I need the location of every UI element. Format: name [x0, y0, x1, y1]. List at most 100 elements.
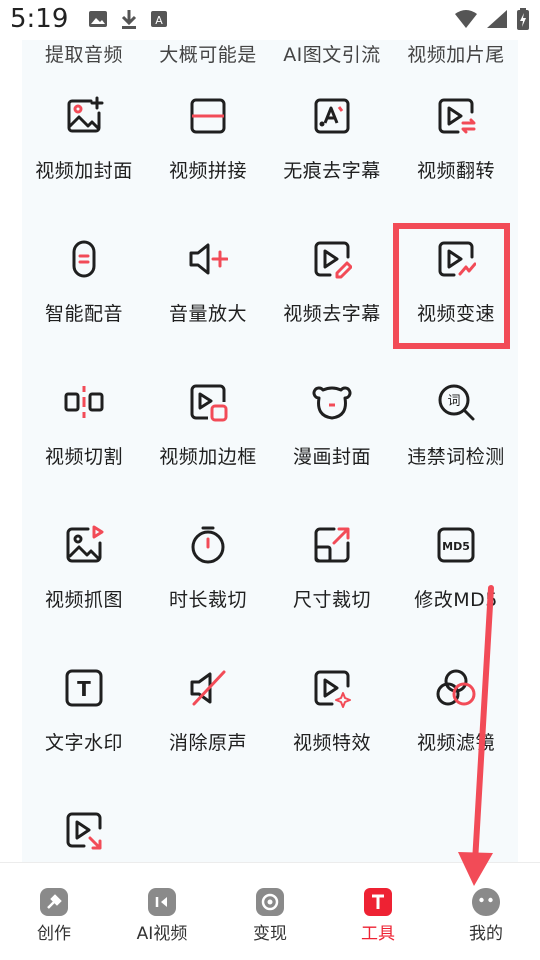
tool-label: 大概可能是: [159, 44, 257, 66]
status-bar: 5:19 A: [0, 0, 540, 40]
tools-icon: [364, 888, 392, 916]
tool-label: 视频特效: [292, 732, 371, 754]
tool-size-crop[interactable]: 尺寸裁切: [270, 525, 394, 645]
tool-partial-2[interactable]: 大概可能是: [146, 40, 270, 66]
video-cut-icon: [64, 386, 104, 418]
tool-banned-word-check[interactable]: 词 违禁词检测: [394, 382, 518, 502]
tool-video-export[interactable]: [22, 810, 146, 862]
tool-smart-dubbing[interactable]: 智能配音: [22, 239, 146, 359]
status-notifications: A: [88, 9, 168, 29]
word-search-icon: 词: [438, 384, 475, 421]
tool-volume-boost[interactable]: 音量放大: [146, 239, 270, 359]
tool-remove-audio[interactable]: 消除原声: [146, 668, 270, 788]
tool-video-speed[interactable]: 视频变速: [394, 239, 518, 359]
profile-icon: [472, 888, 500, 916]
image-add-icon: [67, 96, 104, 133]
tool-label: 智能配音: [44, 303, 123, 325]
tool-label: 时长裁切: [168, 589, 247, 611]
video-border-icon: [190, 384, 228, 422]
nav-label: 创作: [37, 924, 71, 944]
tool-label: AI图文引流: [283, 44, 381, 66]
tool-video-split[interactable]: 视频切割: [22, 382, 146, 502]
tool-video-filter[interactable]: 视频滤镜: [394, 668, 518, 788]
voice-icon: [72, 240, 96, 278]
split-frame-icon: [190, 98, 226, 134]
bottom-nav: 创作 AI视频 变现 工具 我的: [0, 862, 540, 960]
nav-label: AI视频: [136, 924, 188, 944]
tool-label: 消除原声: [168, 732, 247, 754]
download-icon: [121, 10, 137, 29]
video-edit-icon: [314, 241, 352, 279]
nav-monetize[interactable]: 变现: [216, 863, 324, 960]
monetize-icon: [256, 888, 284, 916]
timer-icon: [191, 526, 225, 564]
tool-label: 视频加片尾: [407, 44, 505, 66]
tools-panel: 提取音频 大概可能是 AI图文引流 视频加片尾 视频加封面 视频拼接 无痕去字幕…: [22, 20, 518, 862]
filter-circles-icon: [436, 669, 476, 706]
text-badge: T: [77, 677, 91, 701]
md5-badge: MD5: [442, 540, 470, 553]
nav-label: 我的: [469, 924, 503, 944]
signal-icon: [487, 10, 507, 28]
text-erase-icon: [314, 98, 350, 134]
tool-label: 提取音频: [44, 44, 123, 66]
nav-label: 工具: [361, 924, 395, 944]
tool-label: 文字水印: [44, 732, 123, 754]
nav-create[interactable]: 创作: [0, 863, 108, 960]
nav-label: 变现: [253, 924, 287, 944]
video-export-icon: [66, 812, 102, 850]
video-flip-icon: [438, 98, 476, 134]
tool-video-outro[interactable]: 视频加片尾: [394, 40, 518, 66]
tool-video-cover[interactable]: 视频加封面: [22, 96, 146, 216]
video-sparkle-icon: [314, 670, 351, 708]
resize-icon: [314, 527, 350, 563]
text-watermark-icon: T: [65, 669, 103, 707]
tool-label: 漫画封面: [292, 446, 371, 468]
nav-profile[interactable]: 我的: [432, 863, 540, 960]
ai-video-icon: [148, 888, 176, 916]
tool-modify-md5[interactable]: MD5 修改MD5: [394, 525, 518, 645]
battery-icon: [517, 8, 529, 30]
video-speed-icon: [438, 241, 476, 277]
create-icon: [40, 888, 68, 916]
tool-label: 尺寸裁切: [292, 589, 371, 611]
gallery-icon: [89, 11, 107, 27]
tool-ai-text-image[interactable]: AI图文引流: [270, 40, 394, 66]
tool-label: 视频翻转: [416, 160, 495, 182]
video-capture-icon: [66, 525, 104, 563]
tool-extract-audio[interactable]: 提取音频: [22, 40, 146, 66]
tool-label: 视频切割: [44, 446, 123, 468]
app-notification-icon: A: [151, 11, 167, 27]
word-badge: 词: [447, 394, 460, 409]
md5-icon: MD5: [437, 527, 475, 563]
tool-video-border[interactable]: 视频加边框: [146, 382, 270, 502]
tool-text-watermark[interactable]: T 文字水印: [22, 668, 146, 788]
tool-duration-trim[interactable]: 时长裁切: [146, 525, 270, 645]
tool-remove-subtitle[interactable]: 视频去字幕: [270, 239, 394, 359]
tool-label: 视频加封面: [35, 160, 133, 182]
tool-video-merge[interactable]: 视频拼接: [146, 96, 270, 216]
svg-text:A: A: [155, 14, 163, 27]
tool-label: 视频去字幕: [283, 303, 381, 325]
tool-label: 修改MD5: [414, 589, 498, 611]
volume-up-icon: [189, 243, 228, 275]
mute-icon: [190, 670, 226, 706]
tool-video-effects[interactable]: 视频特效: [270, 668, 394, 788]
bear-face-icon: [312, 386, 352, 420]
tool-video-snapshot[interactable]: 视频抓图: [22, 525, 146, 645]
tool-label: 音量放大: [168, 303, 247, 325]
tool-label: 视频滤镜: [416, 732, 495, 754]
tool-comic-cover[interactable]: 漫画封面: [270, 382, 394, 502]
tool-label: 无痕去字幕: [283, 160, 381, 182]
tool-erase-subtitle[interactable]: 无痕去字幕: [270, 96, 394, 216]
wifi-icon: [455, 10, 477, 28]
tool-label: 视频抓图: [44, 589, 123, 611]
tool-label: 视频拼接: [168, 160, 247, 182]
nav-ai-video[interactable]: AI视频: [108, 863, 216, 960]
tool-video-flip[interactable]: 视频翻转: [394, 96, 518, 216]
tool-label: 视频变速: [416, 303, 495, 325]
tool-label: 视频加边框: [159, 446, 257, 468]
nav-tools[interactable]: 工具: [324, 863, 432, 960]
status-time: 5:19: [10, 4, 69, 34]
tool-label: 违禁词检测: [407, 446, 505, 468]
